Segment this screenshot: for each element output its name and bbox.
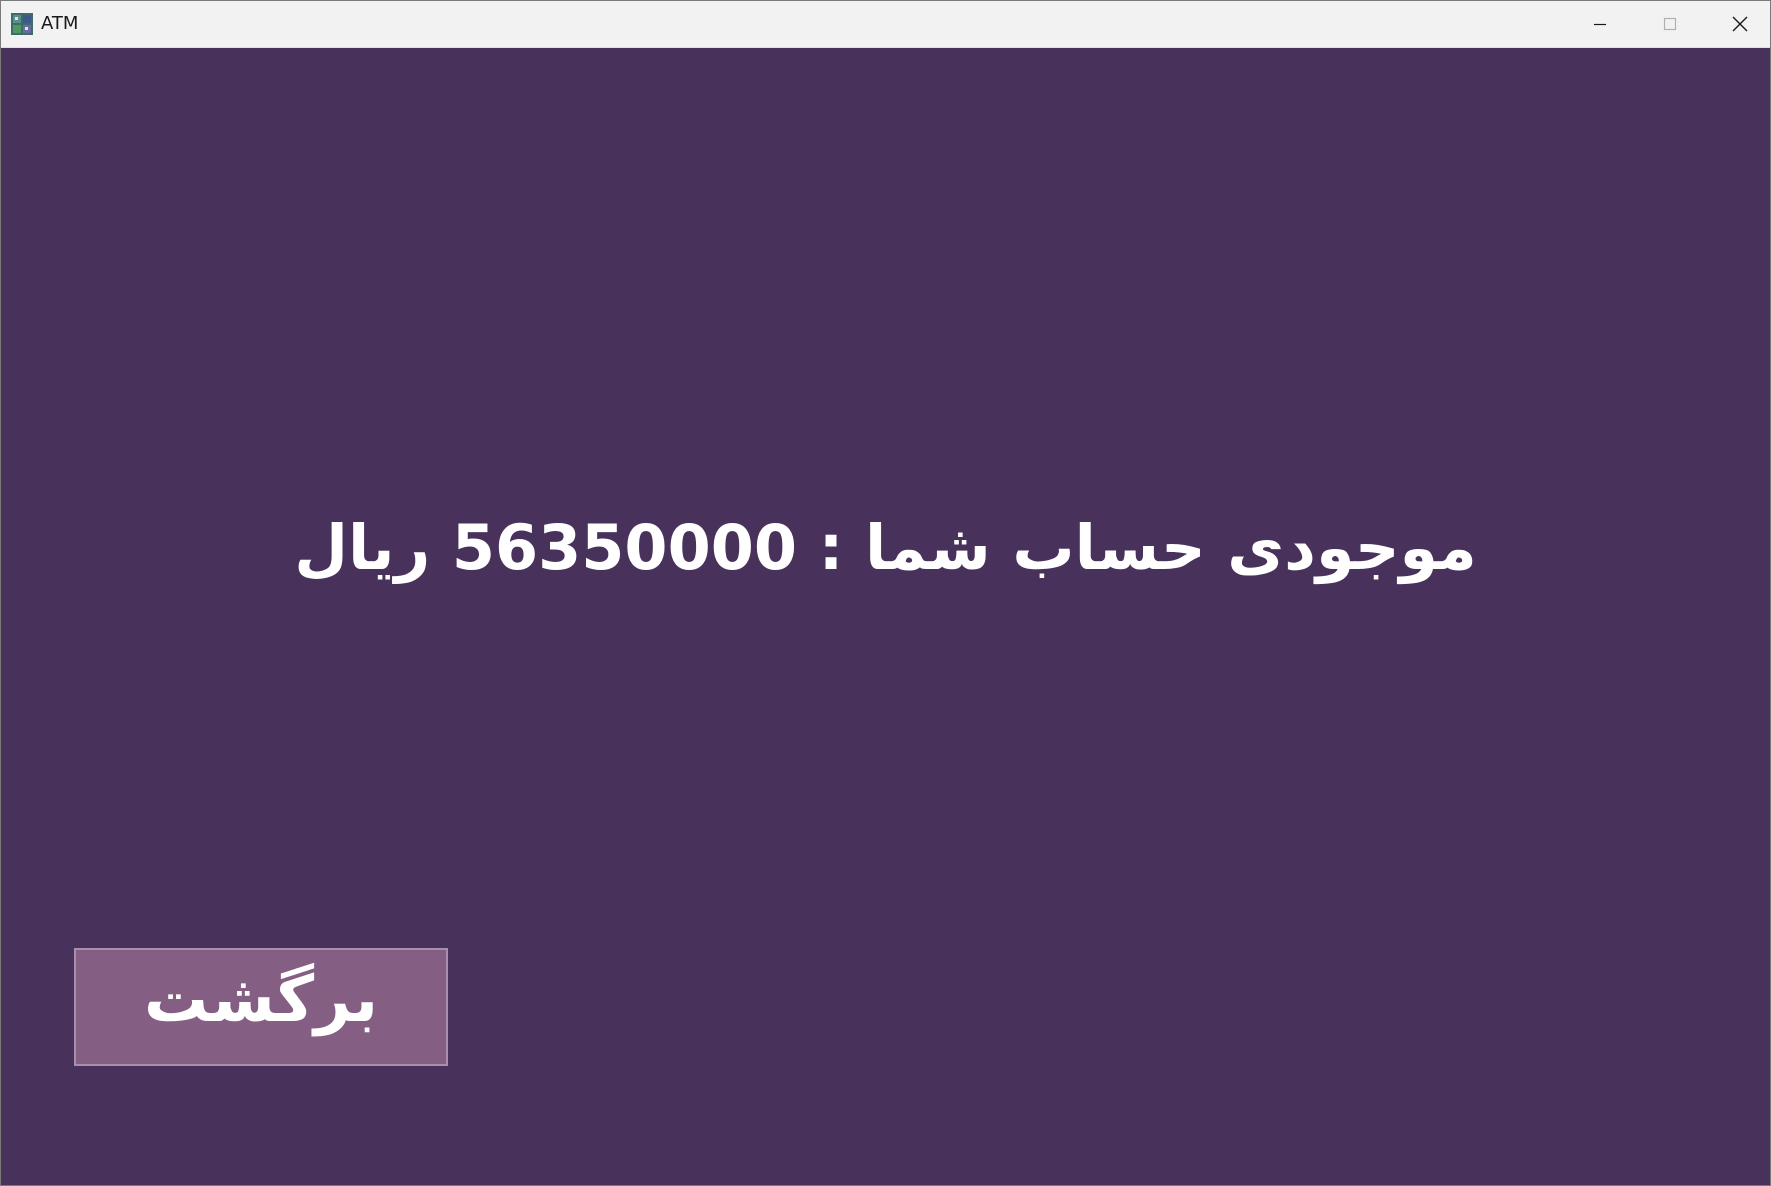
atm-app-icon [11, 13, 33, 35]
close-button[interactable] [1705, 1, 1771, 47]
minimize-button[interactable] [1565, 1, 1635, 47]
minimize-icon [1594, 23, 1606, 26]
balance-screen: موجودی حساب شما : 56350000 ریال برگشت [1, 48, 1770, 1185]
maximize-button[interactable] [1635, 1, 1705, 47]
window-title: ATM [41, 13, 79, 34]
title-bar[interactable]: ATM [1, 1, 1770, 48]
back-button[interactable]: برگشت [74, 948, 448, 1066]
balance-label: موجودی حساب شما : 56350000 ریال [294, 511, 1477, 584]
maximize-icon [1663, 17, 1677, 31]
atm-window: ATM موجودی حساب شما : 56350000 ریال برگش… [0, 0, 1771, 1186]
close-icon [1732, 16, 1748, 32]
